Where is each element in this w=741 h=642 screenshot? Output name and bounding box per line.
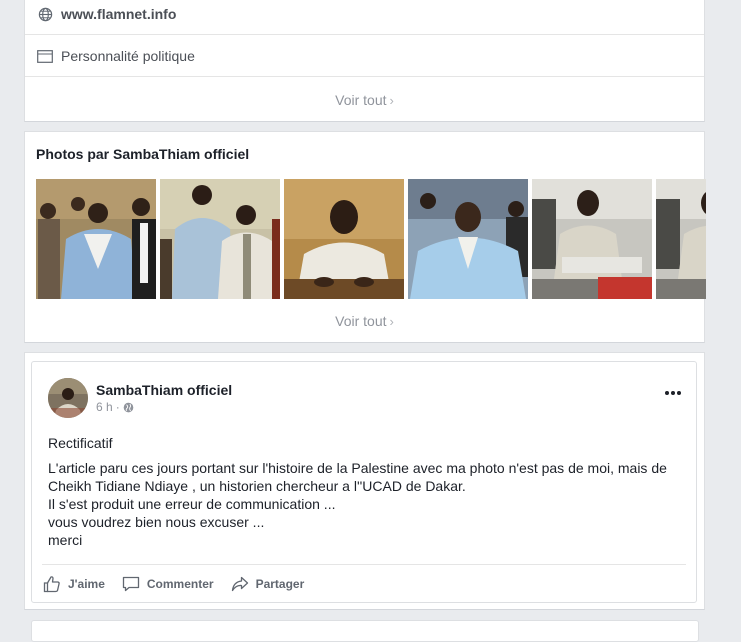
post-body: Rectificatif L'article paru ces jours po… — [48, 434, 684, 549]
post-text-line: Il s'est produit une erreur de communica… — [48, 496, 336, 512]
share-icon — [230, 574, 250, 594]
see-all-photos-link[interactable]: Voir tout › — [25, 313, 704, 329]
category-row[interactable]: Personnalité politique — [25, 36, 704, 77]
more-options-icon[interactable] — [664, 384, 682, 396]
photo-thumbnail[interactable] — [656, 179, 706, 299]
post-text-line: L'article paru ces jours portant sur l'h… — [48, 460, 667, 494]
website-link[interactable]: www.flamnet.info — [61, 6, 176, 22]
next-post-card — [31, 620, 699, 642]
post-card: SambaThiam officiel 6 h · Rectificatif L… — [31, 361, 697, 603]
like-label: J'aime — [68, 577, 105, 591]
chevron-right-icon: › — [389, 314, 394, 329]
photo-thumbnail[interactable] — [284, 179, 404, 299]
photo-thumbnail[interactable] — [36, 179, 156, 299]
comment-icon — [121, 574, 141, 594]
photo-strip — [36, 179, 706, 299]
post-text-line: vous voudrez bien nous excuser ... — [48, 514, 265, 530]
category-icon — [37, 48, 53, 64]
page-info-card: www.flamnet.info Personnalité politique … — [24, 0, 705, 122]
photo-thumbnail[interactable] — [160, 179, 280, 299]
see-all-label: Voir tout — [335, 313, 387, 329]
photos-card: Photos par SambaThiam officiel Voir tout… — [24, 131, 706, 343]
post-action-bar: J'aime Commenter Partager — [42, 564, 686, 603]
category-label[interactable]: Personnalité politique — [61, 48, 195, 64]
see-all-label: Voir tout — [335, 92, 387, 108]
post-timestamp[interactable]: 6 h — [96, 400, 113, 414]
comment-button[interactable]: Commenter — [121, 574, 214, 594]
thumbs-up-icon — [42, 574, 62, 594]
website-row[interactable]: www.flamnet.info — [25, 0, 704, 35]
post-meta: 6 h · — [96, 400, 134, 414]
post-text-line: merci — [48, 532, 83, 548]
photo-thumbnail[interactable] — [408, 179, 528, 299]
post-title-line: Rectificatif — [48, 435, 113, 451]
like-button[interactable]: J'aime — [42, 574, 105, 594]
photo-thumbnail[interactable] — [532, 179, 652, 299]
globe-icon[interactable] — [123, 402, 134, 413]
globe-icon — [37, 6, 53, 22]
photos-title[interactable]: Photos par SambaThiam officiel — [36, 146, 249, 162]
meta-separator: · — [115, 400, 120, 414]
chevron-right-icon: › — [389, 93, 394, 108]
comment-label: Commenter — [146, 577, 214, 591]
see-all-info-link[interactable]: Voir tout › — [25, 92, 704, 108]
post-author-name[interactable]: SambaThiam officiel — [96, 382, 232, 398]
avatar[interactable] — [48, 378, 88, 418]
share-button[interactable]: Partager — [230, 574, 305, 594]
share-label: Partager — [255, 577, 305, 591]
